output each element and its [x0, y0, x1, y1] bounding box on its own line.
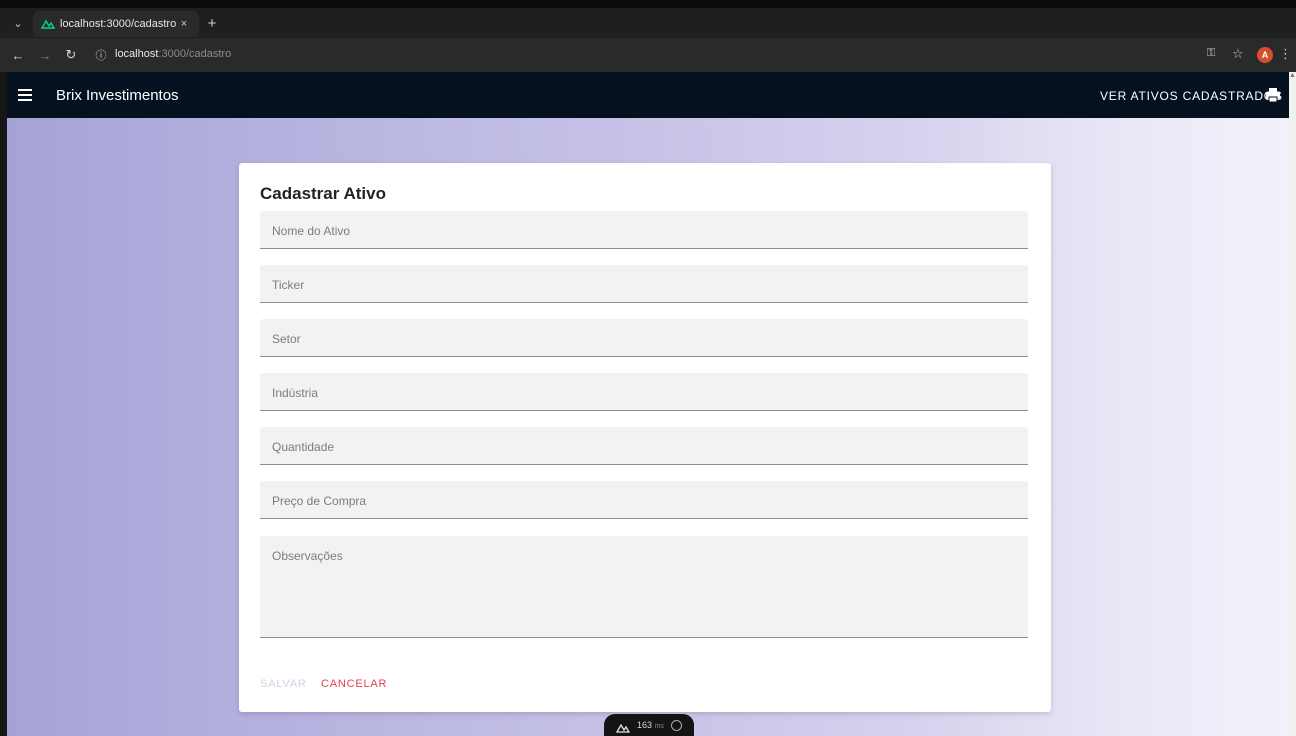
save-button[interactable]: SALVAR [260, 678, 307, 690]
field-label: Ticker [272, 278, 305, 292]
tab-search-icon[interactable]: ⌄ [8, 13, 28, 33]
browser-window: ⌄ localhost:3000/cadastro × + ← → ↻ ⓘ lo… [0, 0, 1296, 736]
bookmark-star-icon[interactable]: ☆ [1232, 46, 1244, 62]
nome-do-ativo-field[interactable]: Nome do Ativo [260, 211, 1028, 249]
field-label: Indústria [272, 386, 319, 400]
cancel-button[interactable]: CANCELAR [321, 678, 387, 690]
browser-tab[interactable]: localhost:3000/cadastro × [33, 11, 199, 37]
field-label: Quantidade [272, 440, 335, 454]
brand-title: Brix Investimentos [56, 87, 179, 104]
browser-menu-icon[interactable]: ⋮ [1279, 46, 1292, 62]
scroll-up-icon[interactable]: ▲ [1289, 72, 1296, 82]
preco-de-compra-field[interactable]: Preço de Compra [260, 481, 1028, 519]
menu-icon[interactable] [18, 86, 32, 104]
url-path: :3000/cadastro [158, 48, 232, 60]
cadastro-card: Cadastrar Ativo Nome do Ativo Ticker Set… [239, 163, 1051, 712]
address-bar-row: ← → ↻ ⓘ localhost:3000/cadastro ⚿ ☆ A ⋮ [0, 38, 1296, 72]
field-label: Nome do Ativo [272, 224, 351, 238]
app-bar: Brix Investimentos VER ATIVOS CADASTRADO… [7, 72, 1289, 118]
industria-field[interactable]: Indústria [260, 373, 1028, 411]
ticker-field[interactable]: Ticker [260, 265, 1028, 303]
close-icon[interactable]: × [177, 18, 191, 30]
quantidade-field[interactable]: Quantidade [260, 427, 1028, 465]
inspect-target-icon[interactable] [671, 719, 683, 731]
scrollbar-track[interactable] [1289, 72, 1296, 736]
back-arrow-icon[interactable]: ← [8, 45, 28, 65]
render-time-unit: ms [654, 723, 664, 730]
render-time-value: 163 [637, 720, 653, 730]
forward-arrow-icon[interactable]: → [35, 45, 55, 65]
profile-avatar[interactable]: A [1257, 47, 1273, 63]
field-label: Setor [272, 332, 301, 346]
site-info-icon[interactable]: ⓘ [93, 47, 109, 63]
form-title: Cadastrar Ativo [260, 184, 386, 203]
new-tab-button[interactable]: + [202, 13, 222, 33]
password-key-icon[interactable]: ⚿ [1207, 47, 1215, 60]
printer-icon[interactable] [1265, 87, 1281, 103]
ver-ativos-link[interactable]: VER ATIVOS CADASTRADOS [1100, 89, 1283, 103]
url-field[interactable]: localhost:3000/cadastro [115, 48, 231, 60]
tab-strip: ⌄ localhost:3000/cadastro × + [0, 0, 1296, 38]
nuxt-devtools-pill[interactable]: 163 ms [604, 714, 694, 736]
render-time: 163 ms [637, 720, 664, 730]
reload-icon[interactable]: ↻ [61, 45, 81, 65]
tab-title: localhost:3000/cadastro [60, 18, 177, 30]
observacoes-textarea[interactable]: Observações [260, 536, 1028, 638]
nuxt-favicon-icon [41, 17, 55, 31]
nuxt-logo-icon [615, 720, 630, 733]
url-host: localhost [115, 48, 159, 60]
setor-field[interactable]: Setor [260, 319, 1028, 357]
field-label: Observações [272, 549, 343, 563]
field-label: Preço de Compra [272, 494, 367, 508]
